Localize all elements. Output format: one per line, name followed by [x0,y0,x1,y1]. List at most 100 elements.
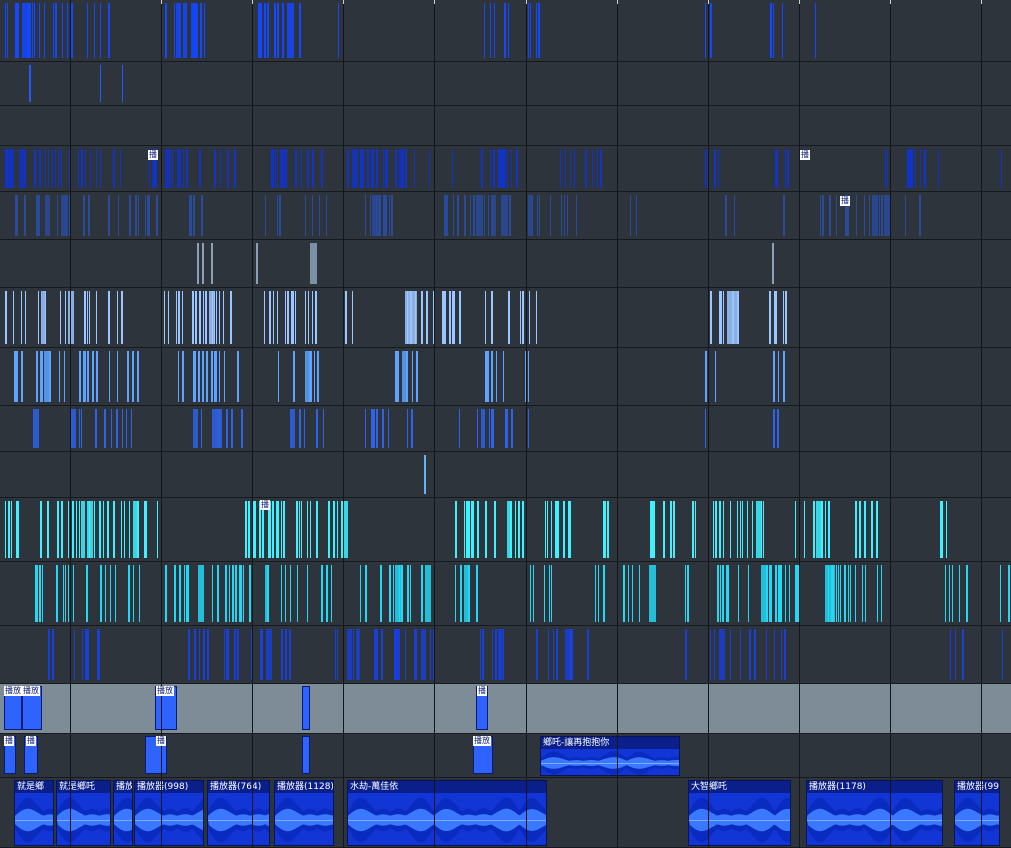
midi-event[interactable] [219,351,220,402]
midi-event[interactable] [212,291,213,344]
midi-event[interactable] [473,195,475,236]
midi-event[interactable] [595,565,596,622]
track-lane[interactable] [0,626,1011,684]
midi-event[interactable] [74,629,75,680]
midi-event[interactable] [81,501,85,558]
midi-event[interactable] [278,501,279,558]
midi-event[interactable] [649,565,656,622]
midi-event[interactable] [714,149,716,188]
midi-event[interactable] [188,629,190,680]
midi-event[interactable] [267,3,269,58]
midi-event[interactable] [771,565,772,622]
midi-event[interactable] [87,501,93,558]
midi-event[interactable] [959,565,960,622]
midi-event[interactable] [174,565,176,622]
midi-event[interactable] [261,3,262,58]
midi-event[interactable] [545,501,546,558]
midi-event[interactable] [481,409,485,448]
midi-event[interactable] [113,501,115,558]
midi-event[interactable] [281,629,283,680]
midi-event[interactable] [1002,629,1003,680]
midi-event[interactable] [485,291,486,344]
midi-event[interactable] [137,351,139,402]
midi-event[interactable] [1001,149,1002,188]
midi-event[interactable] [352,149,358,188]
midi-event[interactable] [207,629,209,680]
midi-event[interactable] [507,149,508,188]
midi-event[interactable] [772,243,774,284]
midi-event[interactable] [367,149,369,188]
midi-event[interactable] [71,3,73,58]
midi-event[interactable] [267,565,269,622]
midi-event[interactable] [65,291,66,344]
midi-event[interactable] [206,351,208,402]
midi-event[interactable] [255,501,256,558]
midi-event[interactable] [754,629,756,680]
midi-event[interactable] [108,291,110,344]
midi-event[interactable] [129,501,130,558]
midi-event[interactable] [79,351,81,402]
midi-event[interactable] [721,291,722,344]
midi-event[interactable] [156,195,158,236]
midi-event[interactable] [414,629,417,680]
midi-event[interactable] [829,195,831,236]
midi-event[interactable] [872,195,878,236]
midi-event[interactable] [87,291,88,344]
midi-event[interactable] [285,291,286,344]
midi-event[interactable] [281,501,282,558]
midi-event[interactable] [464,501,465,558]
track-lane[interactable] [0,106,1011,146]
midi-event[interactable] [508,3,509,58]
midi-event[interactable] [453,195,454,236]
midi-event[interactable] [924,149,926,188]
midi-event[interactable] [78,149,79,188]
midi-event[interactable] [723,291,724,344]
midi-event[interactable] [262,629,263,680]
midi-event[interactable] [299,3,301,58]
midi-event[interactable] [177,149,181,188]
midi-event[interactable] [840,565,841,622]
midi-event[interactable] [407,291,408,344]
midi-event[interactable] [494,501,496,558]
midi-event[interactable] [376,195,377,236]
midi-event[interactable] [713,501,714,558]
midi-event[interactable] [305,195,306,236]
midi-event[interactable] [784,629,786,680]
midi-event[interactable] [202,351,204,402]
midi-event[interactable] [362,149,364,188]
midi-event[interactable] [726,565,729,622]
midi-event[interactable] [407,409,408,448]
midi-event[interactable] [501,195,508,236]
midi-event[interactable] [548,629,549,680]
midi-event[interactable] [105,565,106,622]
midi-event[interactable] [290,565,291,622]
midi-event[interactable] [310,243,317,284]
midi-event[interactable] [444,291,446,344]
midi-event[interactable] [477,409,478,448]
midi-event[interactable] [485,501,487,558]
midi-event[interactable] [99,501,101,558]
midi-event[interactable] [186,3,187,58]
midi-event[interactable] [165,3,167,58]
midi-event[interactable] [21,291,22,344]
midi-event[interactable] [65,565,66,622]
midi-event[interactable] [307,149,309,188]
midi-event[interactable] [820,195,821,236]
midi-event[interactable] [373,149,374,188]
midi-event[interactable] [338,3,339,58]
midi-event[interactable] [216,291,217,344]
midi-event[interactable] [287,3,294,58]
midi-event[interactable] [718,149,719,188]
midi-event[interactable] [122,409,123,448]
midi-event[interactable] [88,195,90,236]
midi-event[interactable] [179,565,181,622]
midi-event[interactable] [568,501,571,558]
midi-event[interactable] [915,149,916,188]
midi-event[interactable] [492,629,493,680]
midi-event[interactable] [813,501,815,558]
midi-event[interactable] [452,149,453,188]
midi-event[interactable] [32,3,33,58]
midi-event[interactable] [282,149,283,188]
midi-event[interactable] [164,291,165,344]
midi-event[interactable] [55,3,57,58]
